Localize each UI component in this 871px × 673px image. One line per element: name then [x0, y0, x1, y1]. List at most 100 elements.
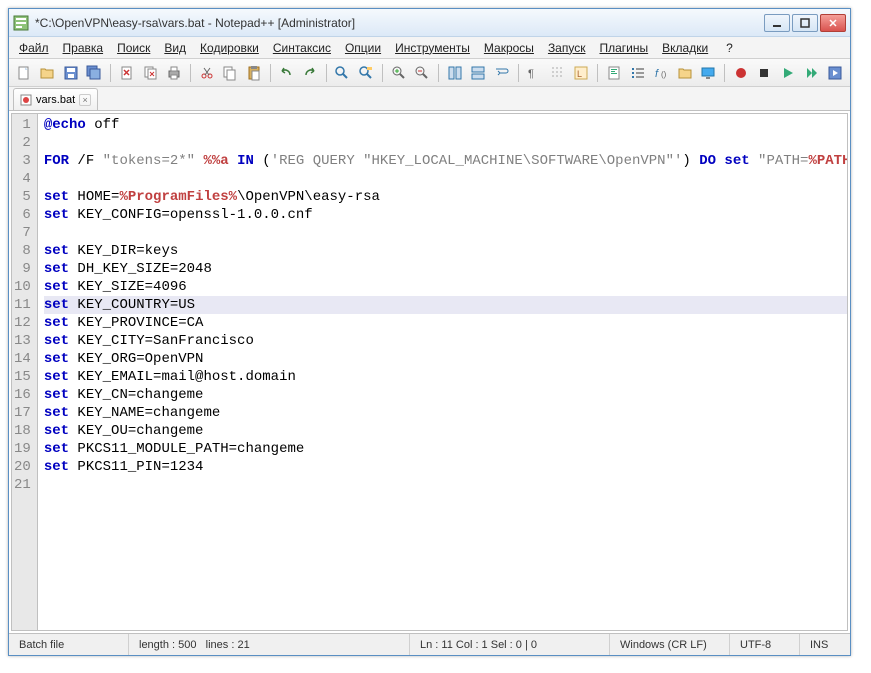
- line-number: 18: [14, 422, 31, 440]
- menu-macros[interactable]: Макросы: [478, 39, 540, 57]
- line-number: 8: [14, 242, 31, 260]
- line-number: 2: [14, 134, 31, 152]
- code-line[interactable]: set KEY_NAME=changeme: [44, 404, 848, 422]
- svg-text:¶: ¶: [528, 68, 534, 80]
- file-modified-icon: [20, 94, 32, 106]
- statusbar: Batch file length : 500 lines : 21 Ln : …: [9, 633, 850, 655]
- code-line[interactable]: set PKCS11_PIN=1234: [44, 458, 848, 476]
- code-line[interactable]: set KEY_OU=changeme: [44, 422, 848, 440]
- menu-view[interactable]: Вид: [158, 39, 192, 57]
- sync-h-button[interactable]: [467, 62, 489, 84]
- udl-button[interactable]: L: [571, 62, 593, 84]
- code-line[interactable]: set KEY_DIR=keys: [44, 242, 848, 260]
- all-chars-button[interactable]: ¶: [524, 62, 546, 84]
- menu-syntax[interactable]: Синтаксис: [267, 39, 337, 57]
- line-number: 13: [14, 332, 31, 350]
- menu-search[interactable]: Поиск: [111, 39, 156, 57]
- code-line[interactable]: @echo off: [44, 116, 848, 134]
- menu-plugins[interactable]: Плагины: [593, 39, 654, 57]
- code-line[interactable]: set KEY_CN=changeme: [44, 386, 848, 404]
- code-line[interactable]: [44, 134, 848, 152]
- line-number: 21: [14, 476, 31, 494]
- save-macro-button[interactable]: [824, 62, 846, 84]
- wrap-button[interactable]: [491, 62, 513, 84]
- line-number: 5: [14, 188, 31, 206]
- play-macro-button[interactable]: [777, 62, 799, 84]
- close-all-button[interactable]: [140, 62, 162, 84]
- line-number: 19: [14, 440, 31, 458]
- status-position: Ln : 11 Col : 1 Sel : 0 | 0: [410, 634, 610, 655]
- cut-button[interactable]: [196, 62, 218, 84]
- save-button[interactable]: [60, 62, 82, 84]
- zoom-in-button[interactable]: [388, 62, 410, 84]
- redo-button[interactable]: [299, 62, 321, 84]
- print-button[interactable]: [163, 62, 185, 84]
- code-line[interactable]: set KEY_CONFIG=openssl-1.0.0.cnf: [44, 206, 848, 224]
- status-length-lines: length : 500 lines : 21: [129, 634, 410, 655]
- code-line[interactable]: FOR /F "tokens=2*" %%a IN ('REG QUERY "H…: [44, 152, 848, 170]
- doc-list-button[interactable]: [627, 62, 649, 84]
- line-number: 7: [14, 224, 31, 242]
- close-button[interactable]: [820, 14, 846, 32]
- code-line[interactable]: set KEY_PROVINCE=CA: [44, 314, 848, 332]
- code-line[interactable]: set KEY_SIZE=4096: [44, 278, 848, 296]
- paste-button[interactable]: [243, 62, 265, 84]
- minimize-button[interactable]: [764, 14, 790, 32]
- tab-close-button[interactable]: ×: [79, 94, 91, 106]
- editor[interactable]: 123456789101112131415161718192021 @echo …: [11, 113, 848, 631]
- menu-options[interactable]: Опции: [339, 39, 387, 57]
- code-line[interactable]: set KEY_EMAIL=mail@host.domain: [44, 368, 848, 386]
- code-line[interactable]: [44, 476, 848, 494]
- replace-button[interactable]: [355, 62, 377, 84]
- line-gutter: 123456789101112131415161718192021: [12, 114, 38, 630]
- menu-help[interactable]: ?: [720, 39, 739, 57]
- indent-guide-button[interactable]: [547, 62, 569, 84]
- menu-encoding[interactable]: Кодировки: [194, 39, 265, 57]
- doc-map-button[interactable]: [603, 62, 625, 84]
- code-line[interactable]: set KEY_CITY=SanFrancisco: [44, 332, 848, 350]
- new-file-button[interactable]: [13, 62, 35, 84]
- folder-workspace-button[interactable]: [674, 62, 696, 84]
- line-number: 3: [14, 152, 31, 170]
- menu-run[interactable]: Запуск: [542, 39, 592, 57]
- code-line[interactable]: [44, 224, 848, 242]
- line-number: 14: [14, 350, 31, 368]
- code-line[interactable]: set KEY_COUNTRY=US: [44, 296, 848, 314]
- func-list-button[interactable]: f(): [650, 62, 672, 84]
- line-number: 16: [14, 386, 31, 404]
- tab-vars-bat[interactable]: vars.bat ×: [13, 88, 98, 110]
- titlebar[interactable]: *C:\OpenVPN\easy-rsa\vars.bat - Notepad+…: [9, 9, 850, 37]
- line-number: 20: [14, 458, 31, 476]
- maximize-button[interactable]: [792, 14, 818, 32]
- svg-text:f: f: [655, 68, 659, 80]
- code-area[interactable]: @echo off FOR /F "tokens=2*" %%a IN ('RE…: [38, 114, 848, 630]
- open-file-button[interactable]: [37, 62, 59, 84]
- monitor-button[interactable]: [698, 62, 720, 84]
- code-line[interactable]: [44, 170, 848, 188]
- play-multi-button[interactable]: [801, 62, 823, 84]
- zoom-out-button[interactable]: [411, 62, 433, 84]
- tabbar: vars.bat ×: [9, 87, 850, 111]
- copy-button[interactable]: [219, 62, 241, 84]
- menu-edit[interactable]: Правка: [57, 39, 110, 57]
- menu-file[interactable]: Файл: [13, 39, 55, 57]
- stop-macro-button[interactable]: [754, 62, 776, 84]
- code-line[interactable]: set PKCS11_MODULE_PATH=changeme: [44, 440, 848, 458]
- line-number: 1: [14, 116, 31, 134]
- line-number: 15: [14, 368, 31, 386]
- find-button[interactable]: [332, 62, 354, 84]
- status-lang: Batch file: [9, 634, 129, 655]
- code-line[interactable]: set DH_KEY_SIZE=2048: [44, 260, 848, 278]
- menu-tabs[interactable]: Вкладки: [656, 39, 714, 57]
- code-line[interactable]: set HOME=%ProgramFiles%\OpenVPN\easy-rsa: [44, 188, 848, 206]
- code-line[interactable]: set KEY_ORG=OpenVPN: [44, 350, 848, 368]
- sync-v-button[interactable]: [444, 62, 466, 84]
- close-file-button[interactable]: [116, 62, 138, 84]
- toolbar: ¶ L f(): [9, 59, 850, 87]
- record-macro-button[interactable]: [730, 62, 752, 84]
- line-number: 9: [14, 260, 31, 278]
- save-all-button[interactable]: [84, 62, 106, 84]
- app-window: *C:\OpenVPN\easy-rsa\vars.bat - Notepad+…: [8, 8, 851, 656]
- menu-tools[interactable]: Инструменты: [389, 39, 476, 57]
- undo-button[interactable]: [276, 62, 298, 84]
